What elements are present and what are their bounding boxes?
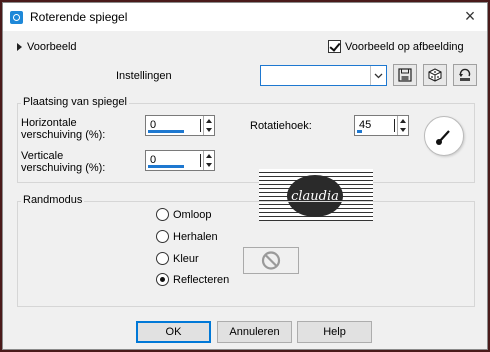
radio-color-label: Kleur <box>173 252 199 265</box>
horizontal-offset-bar <box>148 130 184 133</box>
arrow-down-icon[interactable] <box>206 128 212 132</box>
arrow-up-icon[interactable] <box>206 154 212 158</box>
preview-on-image-checkbox[interactable]: Voorbeeld op afbeelding <box>328 40 464 53</box>
rotation-angle-arrows[interactable] <box>397 116 408 135</box>
settings-dropdown[interactable] <box>260 65 387 86</box>
dialog-window: Roterende spiegel × Voorbeeld Voorbeeld … <box>2 2 488 350</box>
arrow-up-icon[interactable] <box>400 119 406 123</box>
text-cursor <box>200 154 201 167</box>
checkbox-box[interactable] <box>328 40 341 53</box>
text-cursor <box>394 119 395 132</box>
radio-repeat[interactable]: Herhalen <box>156 230 218 243</box>
edge-mode-title: Randmodus <box>21 194 85 206</box>
app-icon <box>10 11 23 24</box>
rotation-angle-bar <box>357 130 362 133</box>
preview-toggle[interactable]: Voorbeeld <box>17 41 77 53</box>
random-button[interactable] <box>423 64 447 86</box>
vertical-offset-arrows[interactable] <box>203 151 214 170</box>
save-icon <box>398 68 412 82</box>
preview-label: Voorbeeld <box>27 41 77 53</box>
title-bar: Roterende spiegel × <box>3 3 487 31</box>
vertical-offset-label-line2: verschuiving (%): <box>21 162 106 174</box>
arrow-down-icon[interactable] <box>206 163 212 167</box>
cancel-button[interactable]: Annuleren <box>217 321 292 343</box>
arrow-down-icon[interactable] <box>400 128 406 132</box>
vertical-offset-bar <box>148 165 184 168</box>
radio-color[interactable]: Kleur <box>156 252 199 265</box>
preview-on-image-label: Voorbeeld op afbeelding <box>345 40 464 53</box>
radio-wrap[interactable]: Omloop <box>156 208 212 221</box>
expand-triangle-icon <box>17 43 22 51</box>
color-swatch[interactable] <box>243 247 299 274</box>
window-title: Roterende spiegel <box>30 10 128 24</box>
radio-reflect-circle[interactable] <box>156 273 169 286</box>
radio-wrap-circle[interactable] <box>156 208 169 221</box>
rotation-angle-spinner[interactable]: 45 <box>354 115 409 136</box>
settings-label: Instellingen <box>116 70 172 82</box>
radio-reflect-label: Reflecteren <box>173 273 230 286</box>
horizontal-offset-label-line1: Horizontale <box>21 117 77 129</box>
close-icon[interactable]: × <box>461 7 479 26</box>
vertical-offset-spinner[interactable]: 0 <box>145 150 215 171</box>
radio-reflect[interactable]: Reflecteren <box>156 273 229 286</box>
mirror-placement-title: Plaatsing van spiegel <box>21 96 129 108</box>
reset-button[interactable] <box>453 64 477 86</box>
horizontal-offset-spinner[interactable]: 0 <box>145 115 215 136</box>
radio-wrap-label: Omloop <box>173 208 212 221</box>
arrow-up-icon[interactable] <box>206 119 212 123</box>
ok-button[interactable]: OK <box>136 321 211 343</box>
radio-color-circle[interactable] <box>156 252 169 265</box>
radio-repeat-label: Herhalen <box>173 230 218 243</box>
vertical-offset-label-line1: Verticale <box>21 150 64 162</box>
horizontal-offset-label: Horizontale verschuiving (%): <box>21 117 105 141</box>
dial-pointer-icon <box>436 130 450 145</box>
horizontal-offset-arrows[interactable] <box>203 116 214 135</box>
chevron-down-icon[interactable] <box>370 66 386 85</box>
rotation-angle-label: Rotatiehoek: <box>250 120 312 132</box>
vertical-offset-label: Verticale verschuiving (%): <box>21 150 105 174</box>
rotation-dial[interactable] <box>424 116 464 156</box>
no-color-icon <box>261 251 281 270</box>
horizontal-offset-label-line2: verschuiving (%): <box>21 129 106 141</box>
radio-repeat-circle[interactable] <box>156 230 169 243</box>
help-button[interactable]: Help <box>297 321 372 343</box>
text-cursor <box>200 119 201 132</box>
reset-icon <box>459 68 471 81</box>
save-preset-button[interactable] <box>393 64 417 86</box>
dice-icon <box>428 68 442 82</box>
